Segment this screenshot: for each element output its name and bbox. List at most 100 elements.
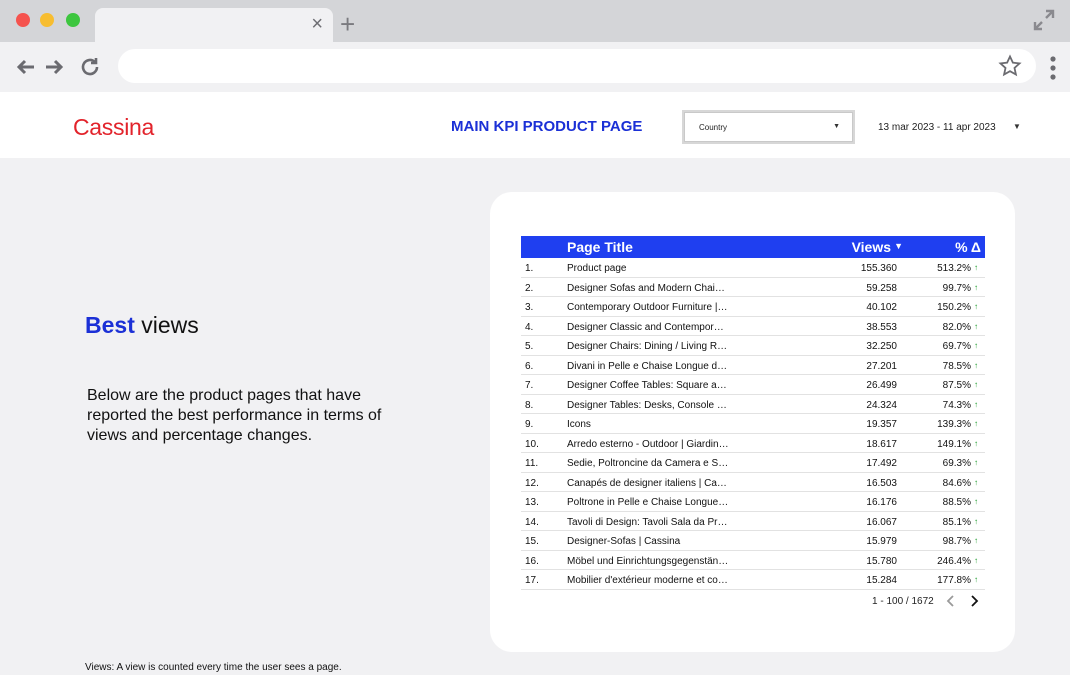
row-percent-change: 177.8%	[937, 575, 971, 586]
trend-up-arrow-icon: ↑	[974, 360, 978, 370]
row-index: 5.	[525, 341, 534, 352]
row-percent-change: 85.1%	[942, 516, 971, 528]
forward-icon[interactable]	[42, 55, 66, 79]
window-minimize-dot[interactable]	[40, 13, 54, 27]
row-views: 40.102	[866, 302, 897, 313]
new-tab-icon[interactable]: +	[340, 11, 355, 37]
row-percent-change: 513.2%	[937, 263, 971, 274]
row-percent-change: 82.0%	[942, 321, 971, 333]
row-page-title: Product page	[567, 263, 627, 274]
table-row[interactable]: 8. Designer Tables: Desks, Console a… 24.3…	[521, 395, 985, 414]
row-index: 8.	[525, 399, 534, 411]
sort-desc-icon[interactable]: ▼	[894, 241, 903, 251]
column-header-percent-delta[interactable]: % Δ	[955, 239, 981, 255]
row-views: 38.553	[866, 321, 897, 333]
browser-menu-icon[interactable]	[1048, 55, 1058, 81]
row-page-title: Arredo esterno - Outdoor | Giardini …	[567, 438, 729, 450]
row-index: 10.	[525, 438, 539, 450]
row-page-title: Designer Coffee Tables: Square a…	[567, 380, 727, 391]
window-maximize-dot[interactable]	[66, 13, 80, 27]
row-percent-change: 246.4%	[937, 555, 971, 567]
trend-up-arrow-icon: ↑	[974, 575, 978, 584]
row-percent-change: 87.5%	[942, 380, 971, 391]
browser-tab[interactable]: ×	[95, 8, 333, 42]
row-percent-change: 88.5%	[942, 497, 971, 508]
row-percent-change: 99.7%	[942, 282, 971, 294]
fullscreen-icon[interactable]	[1032, 8, 1056, 32]
row-index: 17.	[525, 575, 539, 586]
trend-up-arrow-icon: ↑	[974, 341, 978, 350]
reload-icon[interactable]	[78, 55, 102, 79]
heading-rest: views	[134, 312, 199, 338]
row-index: 2.	[525, 282, 534, 294]
table-row[interactable]: 16. Möbel und Einrichtungsgegenstän… 15.78…	[521, 551, 985, 570]
table-row[interactable]: 2. Designer Sofas and Modern Chais… 59.258…	[521, 278, 985, 297]
row-percent-change: 69.7%	[942, 341, 971, 352]
views-footnote: Views: A view is counted every time the …	[85, 662, 342, 673]
table-row[interactable]: 12. Canapés de designer italiens | Cas… 16…	[521, 473, 985, 492]
bookmark-star-icon[interactable]	[998, 54, 1022, 78]
address-bar[interactable]	[118, 49, 1036, 83]
row-page-title: Divani in Pelle e Chaise Longue di …	[567, 360, 729, 372]
row-page-title: Sedie, Poltroncine da Camera e Sg…	[567, 458, 729, 469]
tab-close-icon[interactable]: ×	[311, 14, 323, 34]
best-views-table: Page Title Views ▼ % Δ 1. Product page 155…	[521, 236, 985, 590]
table-row[interactable]: 7. Designer Coffee Tables: Square a… 26.49…	[521, 375, 985, 395]
section-description: Below are the product pages that have re…	[87, 387, 382, 444]
back-icon[interactable]	[14, 55, 38, 79]
table-row[interactable]: 9. Icons 19.357 139.3% ↑	[521, 414, 985, 434]
row-index: 13.	[525, 497, 539, 508]
row-views: 26.499	[866, 380, 897, 391]
row-page-title: Poltrone in Pelle e Chaise Longue …	[567, 497, 729, 508]
row-page-title: Designer Classic and Contempora…	[567, 321, 729, 333]
table-row[interactable]: 4. Designer Classic and Contempora… 38.553…	[521, 317, 985, 336]
chevron-left-icon[interactable]	[945, 594, 957, 608]
row-page-title: Designer Chairs: Dining / Living Ro…	[567, 341, 729, 352]
browser-toolbar	[0, 42, 1070, 92]
date-range-picker[interactable]: 13 mar 2023 - 11 apr 2023	[878, 122, 996, 133]
row-percent-change: 98.7%	[942, 536, 971, 547]
row-views: 18.617	[866, 438, 897, 450]
row-views: 24.324	[866, 399, 897, 411]
report-header: Cassina MAIN KPI PRODUCT PAGE Country ▼ …	[0, 92, 1070, 158]
trend-up-arrow-icon: ↑	[974, 516, 978, 526]
table-row[interactable]: 13. Poltrone in Pelle e Chaise Longue … 16…	[521, 492, 985, 512]
window-close-dot[interactable]	[16, 13, 30, 27]
table-row[interactable]: 1. Product page 155.360 513.2% ↑	[521, 258, 985, 278]
row-index: 6.	[525, 360, 534, 372]
column-header-page-title[interactable]: Page Title	[567, 239, 633, 255]
row-views: 16.503	[866, 477, 897, 489]
trend-up-arrow-icon: ↑	[974, 497, 978, 506]
row-index: 15.	[525, 536, 539, 547]
country-filter-dropdown[interactable]: Country ▼	[682, 110, 855, 144]
table-row[interactable]: 15. Designer-Sofas | Cassina 15.979 98.7% ↑	[521, 531, 985, 551]
row-views: 15.284	[866, 575, 897, 586]
table-row[interactable]: 3. Contemporary Outdoor Furniture | … 40.1…	[521, 297, 985, 317]
row-index: 14.	[525, 516, 539, 528]
trend-up-arrow-icon: ↑	[974, 536, 978, 545]
row-views: 15.979	[866, 536, 897, 547]
row-page-title: Designer Tables: Desks, Console a…	[567, 399, 729, 411]
date-range-caret-icon[interactable]: ▼	[1013, 122, 1021, 131]
chevron-right-icon[interactable]	[968, 594, 980, 608]
table-body: 1. Product page 155.360 513.2% ↑ 2. Designer S…	[521, 258, 985, 590]
column-header-views[interactable]: Views	[852, 239, 891, 255]
table-row[interactable]: 10. Arredo esterno - Outdoor | Giardini ……	[521, 434, 985, 453]
row-views: 16.176	[866, 497, 897, 508]
trend-up-arrow-icon: ↑	[974, 282, 978, 292]
row-views: 32.250	[866, 341, 897, 352]
table-row[interactable]: 6. Divani in Pelle e Chaise Longue di … 27…	[521, 356, 985, 375]
row-views: 15.780	[866, 555, 897, 567]
table-row[interactable]: 11. Sedie, Poltroncine da Camera e Sg… 17.…	[521, 453, 985, 473]
row-views: 16.067	[866, 516, 897, 528]
trend-up-arrow-icon: ↑	[974, 438, 978, 448]
table-row[interactable]: 17. Mobilier d'extérieur moderne et co… 15…	[521, 570, 985, 590]
table-row[interactable]: 5. Designer Chairs: Dining / Living Ro… 32…	[521, 336, 985, 356]
trend-up-arrow-icon: ↑	[974, 399, 978, 409]
row-page-title: Mobilier d'extérieur moderne et co…	[567, 575, 728, 586]
trend-up-arrow-icon: ↑	[974, 321, 978, 331]
row-views: 155.360	[860, 263, 897, 274]
heading-accent: Best	[85, 312, 135, 338]
row-index: 3.	[525, 302, 534, 313]
table-row[interactable]: 14. Tavoli di Design: Tavoli Sala da Pra……	[521, 512, 985, 531]
